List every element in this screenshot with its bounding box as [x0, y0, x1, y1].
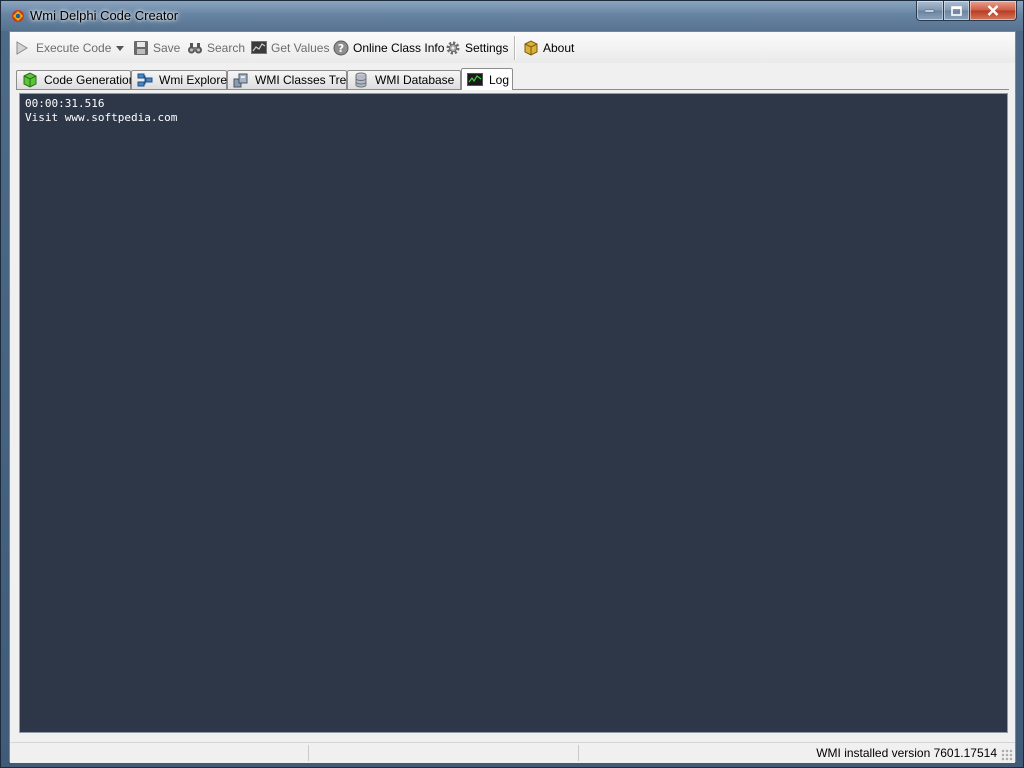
cube-icon	[22, 72, 38, 88]
tab-label: Code Generation	[44, 73, 136, 87]
help-icon: ?	[333, 40, 349, 56]
execute-code-button[interactable]: Execute Code	[14, 37, 111, 59]
get-values-label: Get Values	[271, 41, 330, 55]
tab-code-generation[interactable]: Code Generation	[16, 70, 135, 89]
monitor-icon	[467, 72, 483, 88]
status-bar: WMI installed version 7601.17514	[10, 742, 1015, 763]
maximize-button[interactable]	[944, 1, 970, 21]
online-class-info-label: Online Class Info	[353, 41, 445, 55]
status-panel-divider	[308, 745, 309, 761]
tab-strip: Code Generation Wmi Explorer WMI Classes…	[16, 68, 1006, 90]
client-area: Execute Code Save Search Get Values ? On…	[9, 31, 1016, 763]
search-label: Search	[207, 41, 246, 55]
save-icon	[133, 40, 149, 56]
settings-button[interactable]: Settings	[445, 37, 508, 59]
tab-label: WMI Classes Tree	[255, 73, 354, 87]
database-icon	[353, 72, 369, 88]
minimize-button[interactable]	[916, 1, 944, 21]
minimize-icon	[925, 9, 935, 12]
close-icon	[987, 5, 999, 16]
log-output[interactable]: 00:00:31.516 Visit www.softpedia.com	[19, 93, 1008, 733]
save-label: Save	[153, 41, 181, 55]
execute-dropdown-button[interactable]	[116, 37, 124, 59]
log-line: Visit www.softpedia.com	[25, 111, 178, 124]
tab-wmi-explorer[interactable]: Wmi Explorer	[131, 70, 231, 89]
gear-icon	[445, 40, 461, 56]
tab-label: Log	[489, 72, 510, 87]
title-bar[interactable]: Wmi Delphi Code Creator	[1, 1, 1023, 31]
chart-monitor-icon	[251, 40, 267, 56]
svg-text:?: ?	[338, 42, 344, 55]
maximize-icon	[951, 5, 962, 16]
online-class-info-button[interactable]: ? Online Class Info	[333, 37, 444, 59]
resize-grip-icon[interactable]	[1001, 749, 1013, 761]
wmi-version-status: WMI installed version 7601.17514	[816, 746, 997, 760]
tab-log[interactable]: Log	[461, 68, 513, 90]
save-button[interactable]: Save	[133, 37, 180, 59]
about-label: About	[543, 41, 575, 55]
app-window: Wmi Delphi Code Creator Execute Code Sav…	[0, 0, 1024, 768]
toolbar: Execute Code Save Search Get Values ? On…	[10, 32, 1015, 63]
toolbar-separator	[514, 36, 515, 60]
tab-label: Wmi Explorer	[159, 73, 232, 87]
classes-tree-icon	[233, 72, 249, 88]
play-icon	[14, 40, 30, 56]
network-icon	[137, 72, 153, 88]
search-button[interactable]: Search	[187, 37, 245, 59]
window-title: Wmi Delphi Code Creator	[30, 8, 179, 23]
about-button[interactable]: About	[523, 37, 574, 59]
tab-wmi-classes-tree[interactable]: WMI Classes Tree	[227, 70, 353, 89]
tab-label: WMI Database	[375, 73, 455, 87]
box-icon	[523, 40, 539, 56]
execute-code-label: Execute Code	[36, 41, 112, 55]
close-button[interactable]	[970, 1, 1017, 21]
status-panel-divider	[578, 745, 579, 761]
chevron-down-icon	[116, 45, 124, 51]
get-values-button[interactable]: Get Values	[251, 37, 329, 59]
tab-wmi-database[interactable]: WMI Database	[347, 70, 461, 89]
binoculars-icon	[187, 40, 203, 56]
app-icon	[10, 8, 26, 24]
settings-label: Settings	[465, 41, 509, 55]
log-line: 00:00:31.516	[25, 97, 105, 110]
